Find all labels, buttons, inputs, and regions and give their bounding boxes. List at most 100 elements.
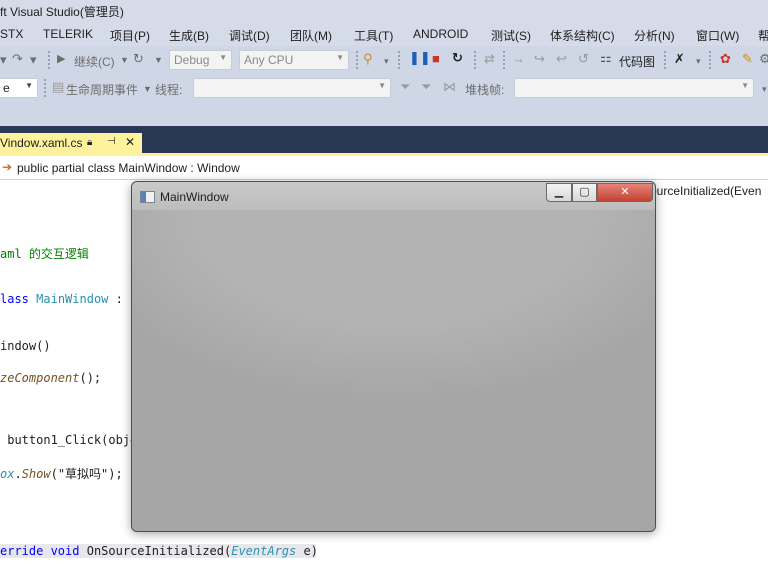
menu-item-android[interactable]: ANDROID	[413, 27, 468, 41]
menu-item-analyze[interactable]: 分析(N)	[634, 27, 675, 44]
ide-title: ft Visual Studio(管理员)	[0, 5, 124, 19]
filter-clear-icon[interactable]: ⏷	[421, 80, 431, 94]
toolbar-overflow-icon[interactable]: ▾	[762, 82, 767, 96]
chevron-down-icon: ▼	[25, 81, 33, 90]
stack-frame-label: 堆栈帧:	[465, 83, 505, 97]
minimize-button[interactable]: ▁	[546, 183, 572, 202]
code-method: button1_Click(obje	[7, 433, 138, 447]
menu-item-help[interactable]: 帮	[758, 27, 768, 44]
continue-button[interactable]: 继续(C)	[74, 53, 115, 70]
maximize-button[interactable]: ▢	[572, 183, 597, 202]
menu-bar: STX TELERIK 项目(P) 生成(B) 调试(D) 团队(M) 工具(T…	[0, 22, 768, 46]
menu-item-stx[interactable]: STX	[0, 27, 23, 41]
pin-icon[interactable]: ⊣	[107, 136, 116, 147]
type-dropdown[interactable]: public partial class MainWindow : Window	[17, 161, 240, 175]
more-tools-icon[interactable]: ⚙	[759, 52, 768, 66]
toolbar-grip[interactable]	[503, 51, 505, 69]
redo-dropdown-icon[interactable]: ▾	[30, 53, 37, 67]
class-arrow-icon: ➔	[2, 160, 13, 174]
main-window[interactable]: MainWindow ▁ ▢ ✕	[131, 181, 656, 532]
menu-item-debug[interactable]: 调试(D)	[229, 27, 270, 44]
restart-icon[interactable]: ↻	[452, 51, 463, 65]
menu-item-build[interactable]: 生成(B)	[169, 27, 209, 44]
code-punct: ();	[79, 371, 102, 385]
find-in-files-icon[interactable]: ⚲	[363, 52, 373, 66]
code-keyword: lass	[0, 292, 29, 306]
main-window-client-area[interactable]	[132, 210, 655, 531]
code-type: ox	[0, 467, 15, 481]
code-map-icon[interactable]: ⚏	[600, 51, 612, 65]
navigation-bar: ➔ public partial class MainWindow : Wind…	[0, 156, 768, 180]
minimize-icon: ▁	[554, 186, 564, 198]
toolbar-grip[interactable]	[474, 51, 476, 69]
toolbar-grip[interactable]	[356, 51, 358, 69]
code-type: EventArgs	[231, 544, 297, 558]
code-string: ("草拟吗");	[50, 467, 123, 481]
code-punct: .	[14, 467, 22, 481]
code-comment-line: aml 的交互逻辑	[0, 247, 89, 261]
toolbar-grip[interactable]	[709, 51, 711, 69]
step-into-icon[interactable]: →	[512, 52, 525, 66]
code-map-button[interactable]: 代码图	[619, 53, 655, 70]
toolbar-overflow-icon[interactable]: ▾	[696, 54, 701, 68]
play-icon[interactable]: ▶	[57, 52, 65, 66]
toolbar-overflow-icon[interactable]: ▾	[384, 54, 389, 68]
code-punct: e)	[303, 544, 318, 558]
chevron-down-icon: ▼	[741, 81, 749, 90]
android-tool-icon[interactable]: ✎	[742, 52, 753, 66]
code-punct: :	[115, 292, 123, 306]
step-back-icon[interactable]: ↺	[578, 52, 589, 66]
redo-icon[interactable]: ↷	[12, 52, 23, 66]
format-icon[interactable]: ✗	[674, 52, 685, 66]
toolbar-grip[interactable]	[664, 51, 666, 69]
toolbar-grip[interactable]	[48, 51, 50, 69]
close-icon[interactable]: ✕	[125, 135, 135, 149]
menu-item-window[interactable]: 窗口(W)	[696, 27, 739, 44]
code-handler-line: button1_Click(obje	[0, 433, 137, 447]
code-type: MainWindow	[36, 292, 109, 306]
stop-icon[interactable]: ■	[432, 52, 440, 66]
lifecycle-dropdown-icon[interactable]: ▼	[143, 82, 152, 96]
chevron-down-icon: ▼	[219, 53, 227, 62]
flag-threads-icon[interactable]: ⋈	[443, 80, 456, 94]
menu-item-test[interactable]: 测试(S)	[491, 27, 531, 44]
menu-item-project[interactable]: 项目(P)	[110, 27, 150, 44]
process-value: e	[3, 81, 10, 95]
menu-item-architecture[interactable]: 体系结构(C)	[550, 27, 615, 44]
step-over-icon[interactable]: ↪	[534, 52, 545, 66]
code-override-line: erride void OnSourceInitialized(EventArg…	[0, 544, 318, 558]
pause-icon[interactable]: ❚❚	[409, 51, 431, 65]
code-init-line: zeComponent();	[0, 371, 101, 385]
menu-item-team[interactable]: 团队(M)	[290, 27, 332, 44]
show-next-statement-icon[interactable]: ⇄	[484, 52, 495, 66]
platform-select[interactable]: Any CPU ▼	[239, 50, 349, 70]
toolbar-grip[interactable]	[398, 51, 400, 69]
thread-select[interactable]: ▼	[193, 78, 391, 98]
refresh-dropdown-icon[interactable]: ▼	[154, 53, 163, 67]
configuration-select[interactable]: Debug ▼	[169, 50, 232, 70]
menu-item-telerik[interactable]: TELERIK	[43, 27, 93, 41]
menu-item-tools[interactable]: 工具(T)	[354, 27, 393, 44]
stack-frame-select[interactable]: ▼	[514, 78, 754, 98]
code-keyword: erride void	[0, 544, 80, 558]
lifecycle-icon[interactable]: ▤	[52, 80, 64, 94]
chevron-down-icon: ▼	[378, 81, 386, 90]
process-select[interactable]: e ▼	[0, 78, 38, 98]
maximize-icon: ▢	[579, 186, 590, 198]
nav-dropdown-icon[interactable]: ▾	[0, 53, 7, 67]
continue-dropdown-icon[interactable]: ▼	[120, 53, 129, 67]
close-button[interactable]: ✕	[597, 183, 653, 202]
tab-mainwindow-xaml-cs[interactable]: Vindow.xaml.cs 🔒︎ ⊣ ✕	[0, 133, 142, 153]
extension-icon[interactable]: ✿	[720, 52, 731, 66]
member-dropdown[interactable]: ourceInitialized(Even	[650, 181, 768, 201]
toolbar-grip[interactable]	[44, 79, 46, 97]
window-icon	[140, 191, 155, 203]
debug-location-toolbar: e ▼ ▤ 生命周期事件 ▼ 线程: ▼ ⏷ ⏷ ⋈ 堆栈帧: ▼ ▾	[0, 74, 768, 102]
code-messagebox-line: ox.Show("草拟吗");	[0, 465, 123, 482]
lock-icon: 🔒︎	[87, 137, 93, 148]
filter-icon[interactable]: ⏷	[400, 80, 410, 94]
main-window-title-bar[interactable]: MainWindow ▁ ▢ ✕	[132, 182, 655, 210]
refresh-icon[interactable]: ↻	[133, 52, 144, 66]
lifecycle-events-button[interactable]: 生命周期事件	[66, 81, 138, 98]
step-out-icon[interactable]: ↩	[556, 52, 567, 66]
